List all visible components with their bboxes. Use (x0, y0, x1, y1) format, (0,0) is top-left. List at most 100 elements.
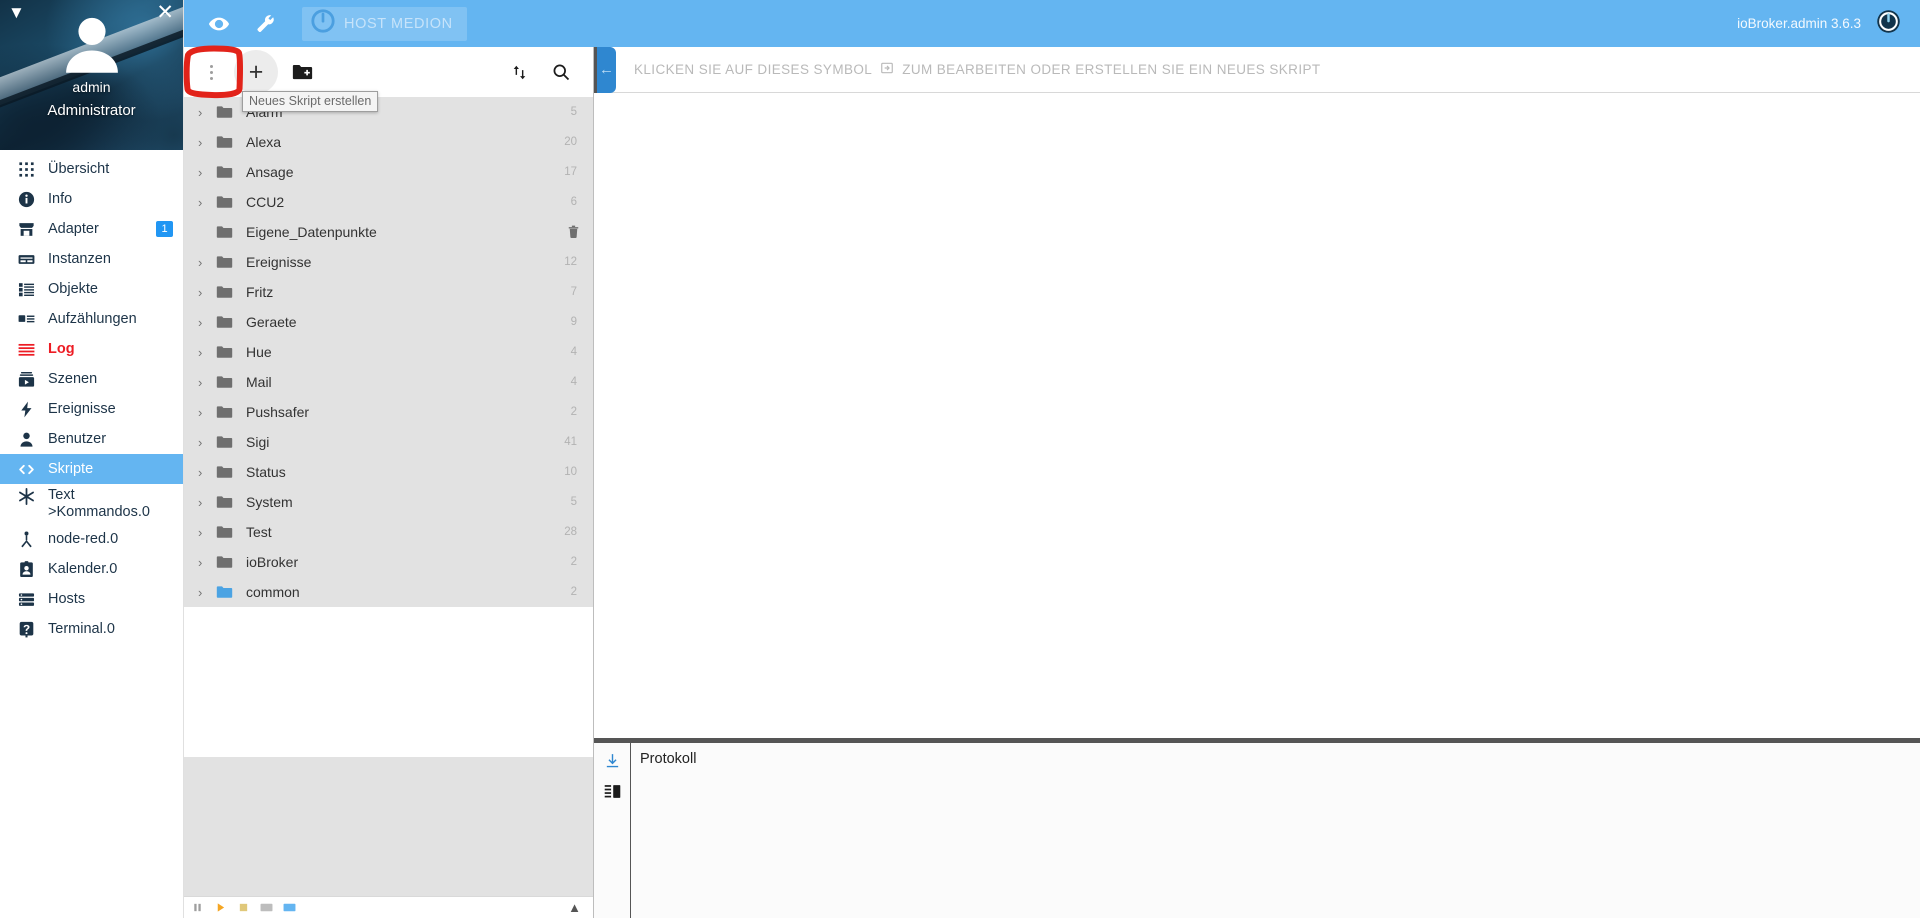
tree-row[interactable]: › Hue 4 (184, 337, 593, 367)
sidebar-item-terminal-0[interactable]: Terminal.0 (0, 614, 183, 644)
chevron-right-icon[interactable]: › (194, 435, 216, 450)
list-icon (14, 280, 38, 299)
sidebar-item-ereignisse[interactable]: Ereignisse (0, 394, 183, 424)
folder-count: 9 (570, 316, 577, 328)
tree-row[interactable]: › Ereignisse 12 (184, 247, 593, 277)
chevron-right-icon[interactable]: › (194, 315, 216, 330)
script-folder-tree[interactable]: › Alarm 5 › Alexa 20 › Ansage 17 › CCU2 6 Eigene_Dat… (184, 97, 593, 896)
sidebar-item-bersicht[interactable]: Übersicht (0, 154, 183, 184)
chevron-right-icon[interactable]: › (194, 285, 216, 300)
sidebar-item-node-red-0[interactable]: node-red.0 (0, 524, 183, 554)
folder-icon (216, 555, 246, 569)
sidebar-item-kalender-0[interactable]: Kalender.0 (0, 554, 183, 584)
import-icon[interactable] (282, 901, 296, 914)
export-icon[interactable] (259, 901, 273, 914)
sidebar-item-instanzen[interactable]: Instanzen (0, 244, 183, 274)
play-icon[interactable] (213, 901, 227, 914)
sidebar-item-label: Benutzer (48, 430, 107, 447)
arrow-left-icon[interactable]: ← (594, 46, 616, 93)
tree-row[interactable]: › System 5 (184, 487, 593, 517)
node-red-icon (14, 530, 38, 549)
sidebar-item-skripte[interactable]: Skripte (0, 454, 183, 484)
sidebar-item-label: Objekte (48, 280, 98, 297)
sidebar-item-info[interactable]: Info (0, 184, 183, 214)
chevron-right-icon[interactable]: › (194, 135, 216, 150)
more-vertical-icon[interactable] (198, 64, 224, 80)
chevron-right-icon[interactable]: › (194, 585, 216, 600)
chevron-right-icon[interactable]: › (194, 165, 216, 180)
chevron-right-icon[interactable]: › (194, 105, 216, 120)
sidebar-item-benutzer[interactable]: Benutzer (0, 424, 183, 454)
chevron-right-icon[interactable]: › (194, 255, 216, 270)
tree-row[interactable]: Eigene_Datenpunkte (184, 217, 593, 247)
close-icon[interactable]: ✕ (156, 2, 174, 23)
sidebar-item-log[interactable]: Log (0, 334, 183, 364)
tree-row[interactable]: › ioBroker 2 (184, 547, 593, 577)
chevron-up-icon[interactable]: ▲ (568, 900, 587, 915)
folder-name: Status (246, 464, 286, 480)
iobroker-power-icon[interactable] (1875, 8, 1902, 40)
chevron-right-icon[interactable]: › (194, 525, 216, 540)
trash-icon[interactable] (566, 224, 593, 240)
triangle-down-icon[interactable]: ▼ (8, 4, 25, 21)
chevron-right-icon[interactable]: › (194, 195, 216, 210)
download-icon[interactable] (604, 752, 621, 769)
pause-icon[interactable] (190, 901, 204, 914)
chevron-right-icon[interactable]: › (194, 495, 216, 510)
sort-arrows-icon[interactable] (510, 63, 529, 82)
folder-icon (216, 435, 246, 449)
sidebar-item-hosts[interactable]: Hosts (0, 584, 183, 614)
search-icon[interactable] (551, 62, 571, 82)
sidebar-user-role: Administrator (47, 102, 136, 119)
chevron-right-icon[interactable]: › (194, 345, 216, 360)
sidebar-item-adapter[interactable]: Adapter 1 (0, 214, 183, 244)
enum-icon (14, 310, 38, 329)
sidebar: ▼ ✕ admin Administrator Übersicht Info Ada… (0, 0, 184, 918)
sidebar-item-label: Info (48, 190, 73, 207)
editor-hint-suffix: ZUM BEARBEITEN ODER ERSTELLEN SIE EIN NE… (902, 62, 1321, 77)
tree-row[interactable]: › Sigi 41 (184, 427, 593, 457)
tree-row[interactable]: › Fritz 7 (184, 277, 593, 307)
sidebar-item-text-kommandos-0[interactable]: Text >Kommandos.0 (0, 484, 183, 524)
wrench-icon[interactable] (242, 4, 288, 44)
folder-count: 17 (564, 166, 577, 178)
top-toolbar: HOST MEDION ioBroker.admin 3.6.3 (184, 0, 1920, 47)
folder-count: 20 (564, 136, 577, 148)
log-gutter (594, 743, 631, 918)
tree-row[interactable]: › common 2 (184, 577, 593, 607)
chevron-right-icon[interactable]: › (194, 555, 216, 570)
sidebar-item-objekte[interactable]: Objekte (0, 274, 183, 304)
add-script-button[interactable]: + (234, 50, 278, 94)
stop-icon[interactable] (236, 901, 250, 914)
chevron-right-icon[interactable]: › (194, 465, 216, 480)
tree-row[interactable]: › Alexa 20 (184, 127, 593, 157)
tree-row[interactable]: › Geraete 9 (184, 307, 593, 337)
host-selector[interactable]: HOST MEDION (302, 6, 467, 41)
chevron-right-icon[interactable]: › (194, 375, 216, 390)
tree-row[interactable]: › Ansage 17 (184, 157, 593, 187)
content-area: + Neues Skript erstellen › Alarm 5 › Ale… (184, 46, 1920, 918)
editor-canvas[interactable] (594, 93, 1920, 738)
question-icon (14, 620, 38, 639)
folder-name: Mail (246, 374, 272, 390)
folder-name: Fritz (246, 284, 274, 300)
folder-count: 10 (564, 466, 577, 478)
sidebar-item-aufz-hlungen[interactable]: Aufzählungen (0, 304, 183, 334)
folder-name: Hue (246, 344, 272, 360)
folder-count: 7 (570, 286, 577, 298)
tree-row[interactable]: › Status 10 (184, 457, 593, 487)
tree-row[interactable]: › Pushsafer 2 (184, 397, 593, 427)
sidebar-item-label: Szenen (48, 370, 98, 387)
sidebar-item-szenen[interactable]: Szenen (0, 364, 183, 394)
iobroker-admin-window: ▼ ✕ admin Administrator Übersicht Info Ada… (0, 0, 1920, 918)
tree-empty-space (184, 607, 593, 757)
tree-row[interactable]: › Mail 4 (184, 367, 593, 397)
tree-row[interactable]: › Test 28 (184, 517, 593, 547)
sidebar-user-header: ▼ ✕ admin Administrator (0, 0, 183, 150)
folder-plus-icon[interactable] (292, 63, 313, 81)
eye-icon[interactable] (196, 4, 242, 44)
folder-name: System (246, 494, 293, 510)
tree-row[interactable]: › CCU2 6 (184, 187, 593, 217)
panel-layout-icon[interactable] (604, 783, 621, 800)
chevron-right-icon[interactable]: › (194, 405, 216, 420)
